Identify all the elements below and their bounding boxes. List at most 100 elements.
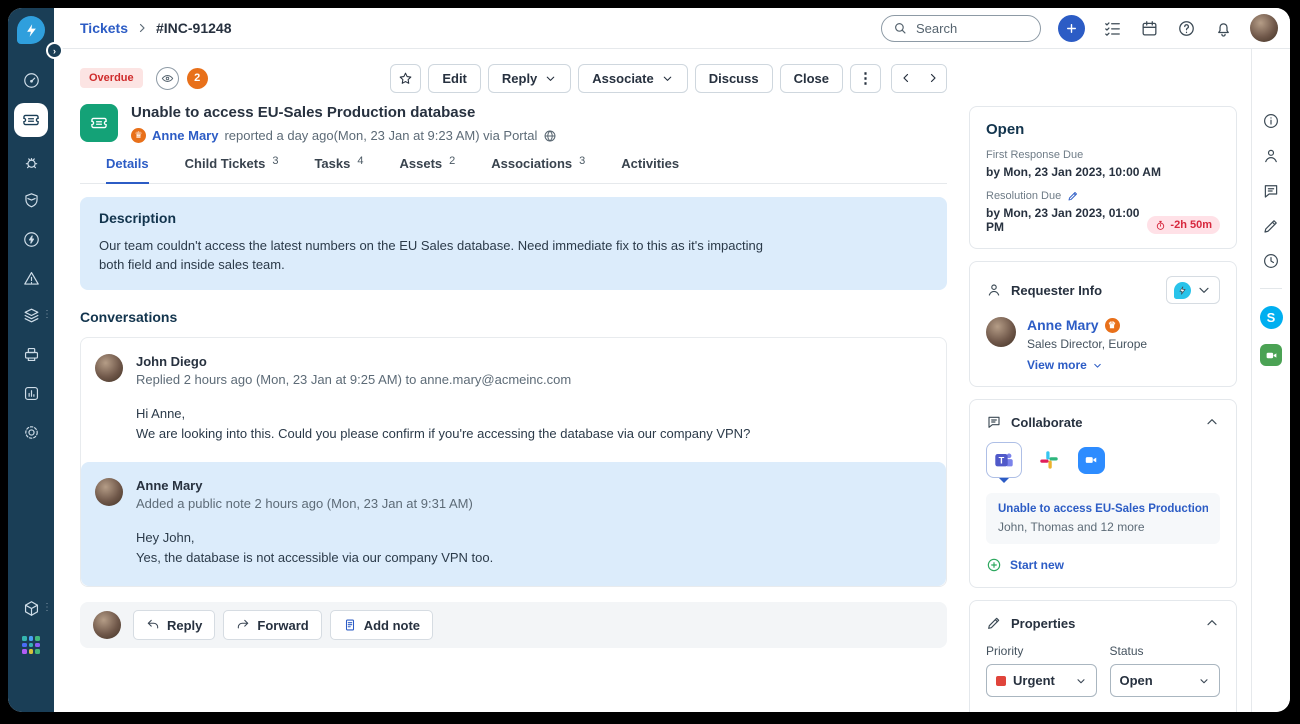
notes-panel-icon[interactable] xyxy=(1261,216,1281,236)
forward-button[interactable]: Forward xyxy=(223,610,321,640)
topbar: Tickets #INC-91248 xyxy=(54,8,1290,49)
view-more-link[interactable]: View more xyxy=(1027,358,1147,372)
requester-panel-icon[interactable] xyxy=(1261,146,1281,166)
start-new-collab-button[interactable]: Start new xyxy=(986,557,1220,573)
video-meet-icon[interactable] xyxy=(1260,344,1282,366)
requester-role: Sales Director, Europe xyxy=(1027,337,1147,351)
vip-crown-icon: ♛ xyxy=(131,128,146,143)
collapse-properties-icon[interactable] xyxy=(1204,615,1220,631)
ticket-side-panel: Open First Response Due by Mon, 23 Jan 2… xyxy=(967,49,1251,712)
ms-teams-icon[interactable]: T xyxy=(986,442,1022,478)
priority-select[interactable]: Urgent xyxy=(986,664,1097,697)
add-note-button[interactable]: Add note xyxy=(330,610,433,640)
zoom-icon[interactable] xyxy=(1076,445,1106,475)
reporter-link[interactable]: Anne Mary xyxy=(152,128,218,143)
my-tasks-icon[interactable] xyxy=(1102,18,1122,38)
services-overflow-icon[interactable]: ⋮ xyxy=(42,310,52,320)
reply-button[interactable]: Reply xyxy=(133,610,215,640)
help-icon[interactable] xyxy=(1176,18,1196,38)
edit-resolution-icon[interactable] xyxy=(1067,190,1079,202)
next-ticket-button[interactable] xyxy=(919,65,946,92)
watcher-count-badge[interactable]: 2 xyxy=(187,68,208,89)
user-avatar[interactable] xyxy=(1250,14,1278,42)
changes-icon[interactable] xyxy=(19,188,43,212)
problems-icon[interactable] xyxy=(19,150,43,174)
ticket-main: Overdue 2 Edit Reply Associate Discuss xyxy=(54,49,967,712)
first-response-value: by Mon, 23 Jan 2023, 10:00 AM xyxy=(986,165,1220,179)
alerts-icon[interactable] xyxy=(19,266,43,290)
new-ticket-button[interactable] xyxy=(1058,15,1085,42)
status-select[interactable]: Open xyxy=(1110,664,1221,697)
tab-assets[interactable]: Assets2 xyxy=(399,156,455,184)
overdue-badge: Overdue xyxy=(80,68,143,88)
tab-details[interactable]: Details xyxy=(106,156,149,184)
more-options-kebab-icon[interactable]: ⋮ xyxy=(850,64,881,93)
reply-dropdown-button[interactable]: Reply xyxy=(488,64,571,93)
requester-name[interactable]: Anne Mary xyxy=(1027,317,1099,333)
associate-dropdown-button[interactable]: Associate xyxy=(578,64,687,93)
releases-icon[interactable] xyxy=(19,227,43,251)
collaborate-chat-icon xyxy=(986,414,1002,430)
conversations-heading: Conversations xyxy=(80,309,947,325)
requester-avatar[interactable] xyxy=(986,317,1016,347)
services-icon[interactable] xyxy=(19,303,43,327)
favorite-star-button[interactable] xyxy=(390,64,421,93)
search-input[interactable] xyxy=(914,20,1029,37)
skype-icon[interactable]: S xyxy=(1260,306,1283,329)
priority-urgent-swatch xyxy=(996,676,1006,686)
app-window: ⋮ ⋮ › Tickets #INC-91248 xyxy=(8,8,1290,712)
breadcrumb-tickets-link[interactable]: Tickets xyxy=(80,20,128,36)
discuss-button[interactable]: Discuss xyxy=(695,64,773,93)
freshservice-logo-icon[interactable] xyxy=(17,16,45,44)
info-icon[interactable] xyxy=(1261,111,1281,131)
collapse-sidebar-button[interactable]: › xyxy=(46,42,63,59)
ticket-status: Open xyxy=(986,121,1220,138)
calendar-icon[interactable] xyxy=(1139,18,1159,38)
edit-button[interactable]: Edit xyxy=(428,64,481,93)
notifications-bell-icon[interactable] xyxy=(1213,18,1233,38)
discussions-panel-icon[interactable] xyxy=(1261,181,1281,201)
workspace-overflow-icon[interactable]: ⋮ xyxy=(42,603,52,613)
app-switcher-icon[interactable] xyxy=(22,636,40,654)
previous-ticket-button[interactable] xyxy=(892,65,919,92)
message-meta: Replied 2 hours ago (Mon, 23 Jan at 9:25… xyxy=(136,372,750,387)
close-ticket-button[interactable]: Close xyxy=(780,64,843,93)
message-body: Hi Anne, We are looking into this. Could… xyxy=(136,404,750,444)
collapse-collaborate-icon[interactable] xyxy=(1204,414,1220,430)
tab-activities[interactable]: Activities xyxy=(621,156,679,184)
tab-child-tickets[interactable]: Child Tickets3 xyxy=(185,156,279,184)
svg-text:T: T xyxy=(999,456,1005,466)
collaborate-heading: Collaborate xyxy=(1011,415,1083,430)
field-priority: Priority Urgent xyxy=(986,644,1097,697)
time-activities-icon[interactable] xyxy=(1261,251,1281,271)
admin-settings-icon[interactable] xyxy=(19,420,43,444)
field-status: Status Open xyxy=(1110,644,1221,697)
watch-eye-icon[interactable] xyxy=(156,67,179,90)
ticket-title: Unable to access EU-Sales Production dat… xyxy=(131,104,557,121)
tab-associations[interactable]: Associations3 xyxy=(491,156,585,184)
slack-icon[interactable] xyxy=(1034,445,1064,475)
collab-thread[interactable]: Unable to access EU-Sales Production dat… xyxy=(986,493,1220,544)
pencil-icon xyxy=(986,615,1002,631)
divider xyxy=(1260,288,1282,289)
search-icon xyxy=(893,21,907,35)
resolution-due-label: Resolution Due xyxy=(986,190,1061,202)
conversation-reply: John Diego Replied 2 hours ago (Mon, 23 … xyxy=(81,338,946,462)
forward-arrow-icon xyxy=(236,618,250,632)
sla-timer-badge: -2h 50m xyxy=(1147,216,1220,234)
sidebar-item-tickets[interactable] xyxy=(14,103,48,137)
analytics-icon[interactable] xyxy=(19,381,43,405)
left-nav-rail: ⋮ ⋮ xyxy=(8,8,54,712)
breadcrumb-ticket-id: #INC-91248 xyxy=(156,20,232,36)
avatar xyxy=(95,478,123,506)
requester-info-heading: Requester Info xyxy=(1011,283,1102,298)
freshchat-dropdown-button[interactable] xyxy=(1166,276,1220,304)
ticket-tabs: Details Child Tickets3 Tasks4 Assets2 As… xyxy=(80,156,947,184)
search-box[interactable] xyxy=(881,15,1041,42)
breadcrumb-chevron-icon xyxy=(136,22,148,34)
assets-icon[interactable] xyxy=(19,342,43,366)
dashboard-icon[interactable] xyxy=(19,68,43,92)
collab-thread-title[interactable]: Unable to access EU-Sales Production dat… xyxy=(998,503,1208,515)
tab-tasks[interactable]: Tasks4 xyxy=(314,156,363,184)
workspace-cube-icon[interactable] xyxy=(19,596,43,620)
